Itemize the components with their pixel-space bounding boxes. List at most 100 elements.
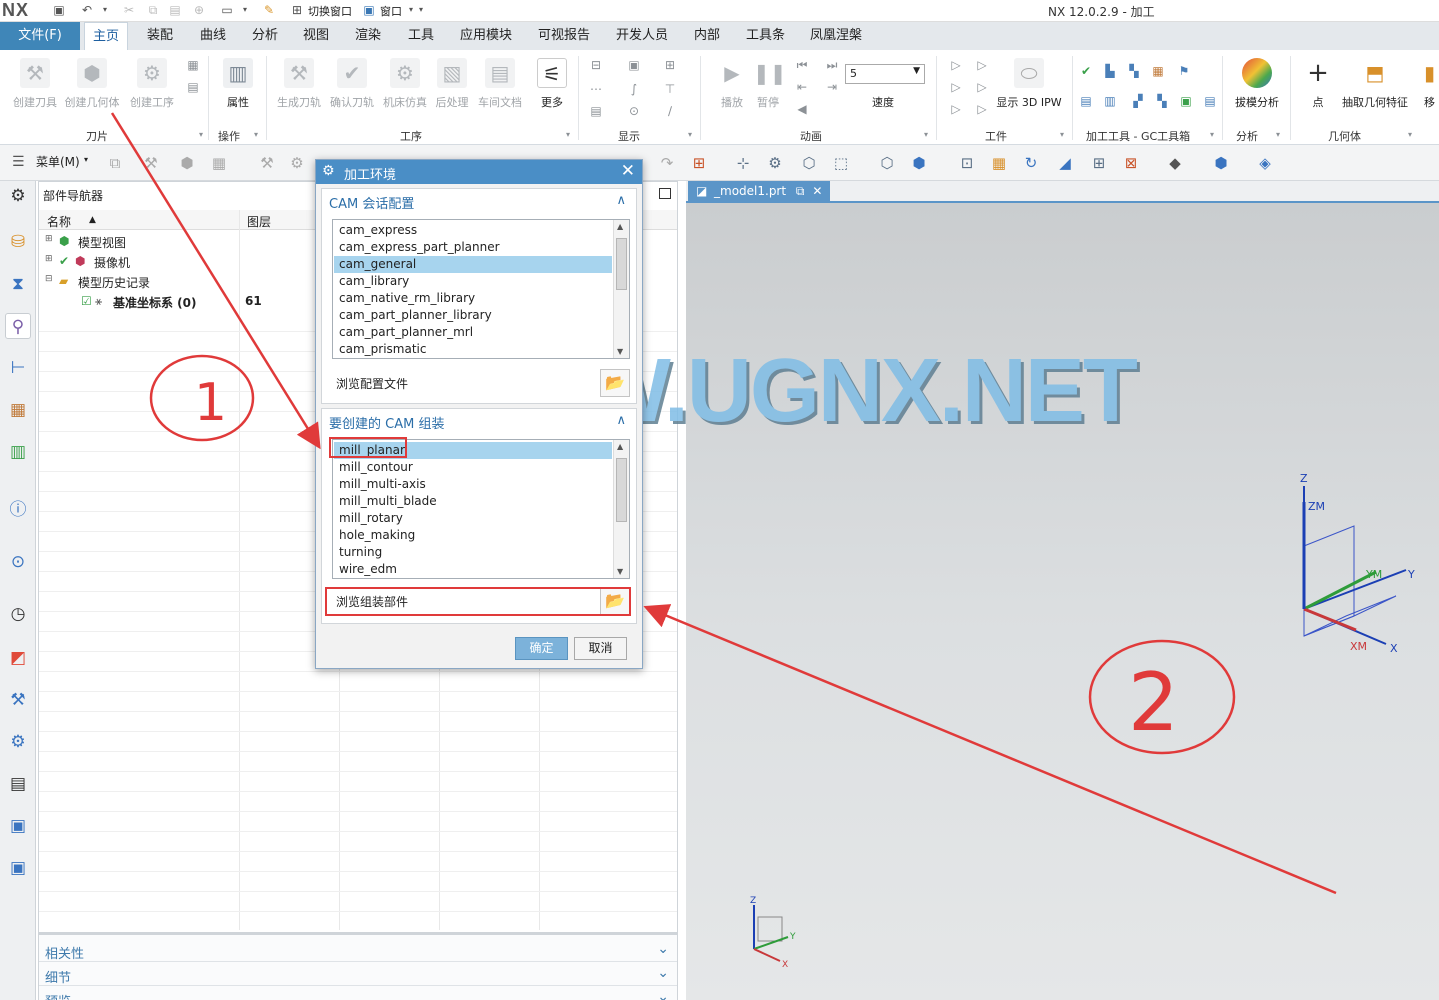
list-item[interactable]: mill_multi_blade: [334, 493, 612, 510]
filter-icon-4[interactable]: ▦: [208, 153, 230, 173]
library-icon[interactable]: ▥: [5, 439, 31, 465]
ipw-icon-1[interactable]: ▷: [948, 58, 964, 72]
delete-icon[interactable]: ⊕: [192, 3, 206, 17]
column-layer-header[interactable]: 图层: [247, 213, 271, 230]
list-item[interactable]: wire_edm: [334, 561, 612, 578]
tab-application[interactable]: 应用模块: [452, 22, 520, 50]
expand-icon[interactable]: ⊞: [45, 254, 53, 264]
select-rect-icon[interactable]: ⬚: [830, 153, 852, 173]
gc-check-icon[interactable]: ✔: [1078, 64, 1094, 78]
fit-view-icon[interactable]: ⊠: [1120, 153, 1142, 173]
filter-icon-3[interactable]: ⬢: [176, 153, 198, 173]
setup-list[interactable]: mill_planar mill_contour mill_multi-axis…: [332, 439, 630, 579]
dialog-title-bar[interactable]: ⚙ 加工环境 ✕: [316, 160, 642, 184]
workpiece-group-dropdown-icon[interactable]: ▾: [1054, 128, 1070, 142]
collapse-icon[interactable]: ⊟: [45, 274, 53, 284]
roles-icon[interactable]: ⚒: [5, 687, 31, 713]
display-icon-9[interactable]: ∕: [662, 104, 678, 118]
snap-icon-2[interactable]: ⚙: [764, 153, 786, 173]
rotate-icon[interactable]: ↻: [1020, 153, 1042, 173]
customize-dropdown-icon[interactable]: ▾: [414, 3, 428, 17]
browse-config-folder-button[interactable]: 📂: [600, 369, 630, 397]
shaded-cube-icon[interactable]: ⬢: [1210, 153, 1232, 173]
dependencies-panel-header[interactable]: 相关性 ⌄: [39, 939, 677, 962]
maximize-icon[interactable]: [659, 188, 671, 199]
prev-op-icon[interactable]: ⇤: [794, 80, 810, 94]
reuse-library-icon[interactable]: ▦: [5, 397, 31, 423]
undo-icon[interactable]: ↶: [80, 3, 94, 17]
snap-point-icon[interactable]: ⊹: [732, 153, 754, 173]
create-tool-button[interactable]: ⚒ 创建刀具: [7, 58, 63, 118]
snap-icon[interactable]: ⊞: [688, 153, 710, 173]
copy-icon[interactable]: ⧉: [146, 3, 160, 17]
tab-tools[interactable]: 工具: [400, 22, 442, 50]
gc-group-dropdown-icon[interactable]: ▾: [1204, 128, 1220, 142]
pause-button[interactable]: ❚❚ 暂停: [740, 58, 796, 118]
ipw-icon-6[interactable]: ▷: [974, 102, 990, 116]
orient-view-icon[interactable]: ◈: [1254, 153, 1276, 173]
history-clock-icon[interactable]: ◷: [5, 601, 31, 627]
list-item[interactable]: cam_native_rm_library: [334, 290, 612, 307]
display-group-dropdown-icon[interactable]: ▾: [682, 128, 698, 142]
file-menu-button[interactable]: 文件(F): [0, 22, 80, 50]
ok-button[interactable]: 确定: [515, 637, 568, 660]
scroll-thumb[interactable]: [616, 458, 627, 522]
window-icon[interactable]: ▣: [362, 3, 376, 17]
menu-button[interactable]: 菜单(M): [36, 153, 80, 170]
tab-visual-report[interactable]: 可视报告: [530, 22, 598, 50]
display-icon-4[interactable]: ⋯: [588, 82, 604, 96]
collapse-caret-icon[interactable]: ∧: [616, 413, 626, 428]
list-item[interactable]: cam_express: [334, 222, 612, 239]
checkbox-checked-icon[interactable]: ☑: [81, 294, 92, 308]
close-icon[interactable]: ✕: [621, 161, 635, 181]
cut-icon[interactable]: ✂: [122, 3, 136, 17]
view-dropdown-icon[interactable]: ▾: [238, 3, 252, 17]
list-item[interactable]: cam_part_planner_mrl: [334, 324, 612, 341]
list-item[interactable]: cam_prismatic: [334, 341, 612, 358]
mrl-icon[interactable]: ▤: [5, 771, 31, 797]
graphics-window[interactable]: ◪ _model1.prt ⧉ ✕ Z ZM YM Y XM X Z Y X: [686, 181, 1439, 1000]
geometry-group-dropdown-icon[interactable]: ▾: [1402, 128, 1418, 142]
filter-icon-5[interactable]: ⚒: [256, 153, 278, 173]
cube-icon[interactable]: ⬢: [908, 153, 930, 173]
verify-toolpath-button[interactable]: ✔ 确认刀轨: [324, 58, 380, 118]
menu-dropdown-icon[interactable]: ▾: [84, 155, 88, 164]
section-heading[interactable]: 要创建的 CAM 组装: [329, 413, 444, 432]
filter-icon-2[interactable]: ⚒: [140, 153, 162, 173]
preview-panel-header[interactable]: 预览 ⌄: [39, 987, 677, 1000]
move-button[interactable]: ▮ 移: [1420, 58, 1439, 118]
paste-icon[interactable]: ▤: [168, 3, 182, 17]
list-item[interactable]: hole_making: [334, 527, 612, 544]
extract-geometry-button[interactable]: ⬒ 抽取几何特征: [1340, 58, 1410, 118]
undo-dropdown-icon[interactable]: ▾: [98, 3, 112, 17]
create-operation-button[interactable]: ⚙ 创建工序: [124, 58, 180, 118]
gc-icon-6[interactable]: ▤: [1078, 94, 1094, 108]
ipw-icon-2[interactable]: ▷: [974, 58, 990, 72]
zoom-icon[interactable]: ▦: [988, 153, 1010, 173]
animation-group-dropdown-icon[interactable]: ▾: [918, 128, 934, 142]
ipw-icon-3[interactable]: ▷: [948, 80, 964, 94]
speed-select[interactable]: 5 ▼: [845, 64, 925, 84]
operation-navigator-icon[interactable]: ⚲: [5, 313, 31, 339]
collapse-caret-icon[interactable]: ∧: [616, 193, 626, 208]
knife-extra-icon-1[interactable]: ▦: [185, 58, 201, 72]
scroll-down-icon[interactable]: ▼: [617, 567, 623, 576]
tab-toolbar[interactable]: 工具条: [738, 22, 793, 50]
gc-icon-5[interactable]: ⚑: [1176, 64, 1192, 78]
list-item[interactable]: cam_part_planner_library: [334, 307, 612, 324]
tab-assembly[interactable]: 装配: [139, 22, 181, 50]
list-item[interactable]: mill_rotary: [334, 510, 612, 527]
switch-window-button[interactable]: 切换窗口: [308, 3, 352, 19]
snap-icon-3[interactable]: ⬡: [798, 153, 820, 173]
display-icon-2[interactable]: ▣: [626, 58, 642, 72]
palette-icon[interactable]: ◩: [5, 645, 31, 671]
display-icon-7[interactable]: ▤: [588, 104, 604, 118]
gc-icon-2[interactable]: ▙: [1102, 64, 1118, 78]
show-3d-ipw-button[interactable]: ⬭ 显示 3D IPW: [994, 58, 1064, 118]
box-icon[interactable]: ⬡: [876, 153, 898, 173]
generate-toolpath-button[interactable]: ⚒ 生成刀轨: [271, 58, 327, 118]
redo-icon[interactable]: ↷: [656, 153, 678, 173]
tab-phoenix[interactable]: 凤凰涅槃: [802, 22, 870, 50]
shop-documentation-button[interactable]: ▤ 车间文档: [472, 58, 528, 118]
tab-curve[interactable]: 曲线: [192, 22, 234, 50]
